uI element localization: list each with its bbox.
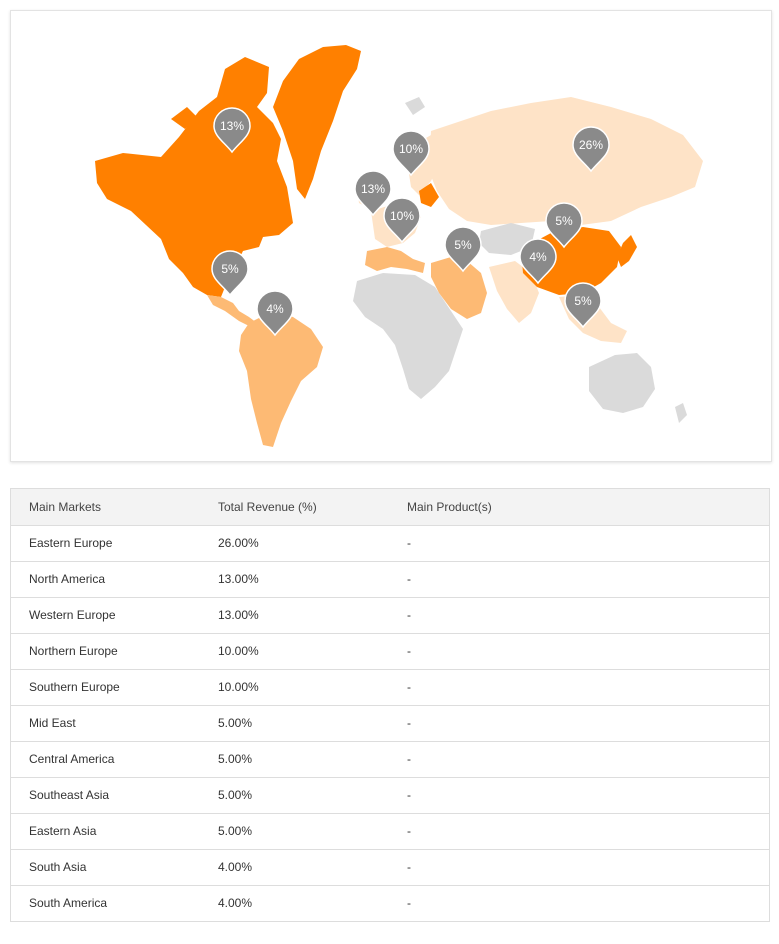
table-row: Mid East 5.00% -: [11, 705, 769, 741]
market-cell: North America: [29, 572, 106, 586]
pin-label: 26%: [579, 138, 603, 152]
table-row: North America 13.00% -: [11, 561, 769, 597]
product-cell: -: [407, 752, 411, 766]
market-cell: Central America: [29, 752, 115, 766]
market-cell: Western Europe: [29, 608, 116, 622]
market-cell: Mid East: [29, 716, 76, 730]
region-australia: [589, 353, 655, 413]
table-row: South Asia 4.00% -: [11, 849, 769, 885]
header-total-revenue: Total Revenue (%): [218, 499, 317, 514]
pin-label: 13%: [361, 182, 385, 196]
pin-label: 5%: [221, 262, 239, 276]
revenue-cell: 5.00%: [218, 716, 253, 730]
table-row: Central America 5.00% -: [11, 741, 769, 777]
product-cell: -: [407, 680, 411, 694]
pin-label: 4%: [266, 302, 284, 316]
revenue-cell: 26.00%: [218, 536, 259, 550]
table-row: Northern Europe 10.00% -: [11, 633, 769, 669]
region-new-zealand: [675, 403, 687, 423]
market-cell: Eastern Asia: [29, 824, 97, 838]
pin-label: 10%: [390, 209, 414, 223]
pin-label: 5%: [555, 214, 573, 228]
region-central-america: [207, 295, 257, 327]
table-row: South America 4.00% -: [11, 885, 769, 921]
market-cell: Northern Europe: [29, 644, 118, 658]
markets-table: Main Markets Total Revenue (%) Main Prod…: [10, 488, 770, 922]
revenue-cell: 4.00%: [218, 860, 253, 874]
world-map-card: 13% 5% 4% 13% 10% 10% 26% 5% 5% 4% 5%: [10, 10, 772, 462]
revenue-cell: 10.00%: [218, 680, 259, 694]
product-cell: -: [407, 536, 411, 550]
product-cell: -: [407, 860, 411, 874]
table-row: Southeast Asia 5.00% -: [11, 777, 769, 813]
table-row: Western Europe 13.00% -: [11, 597, 769, 633]
product-cell: -: [407, 788, 411, 802]
market-cell: Eastern Europe: [29, 536, 113, 550]
revenue-cell: 10.00%: [218, 644, 259, 658]
region-south-america: [239, 311, 323, 447]
revenue-cell: 5.00%: [218, 752, 253, 766]
header-main-markets: Main Markets: [29, 499, 102, 514]
pin-label: 13%: [220, 119, 244, 133]
product-cell: -: [407, 896, 411, 911]
pin-label: 5%: [574, 294, 592, 308]
pin-label: 5%: [454, 238, 472, 252]
product-cell: -: [407, 608, 411, 622]
world-map: 13% 5% 4% 13% 10% 10% 26% 5% 5% 4% 5%: [95, 45, 703, 447]
market-cell: Southeast Asia: [29, 788, 110, 802]
revenue-cell: 13.00%: [218, 572, 259, 586]
region-north-america: [95, 57, 293, 297]
pin-label: 10%: [399, 142, 423, 156]
product-cell: -: [407, 644, 411, 658]
revenue-cell: 5.00%: [218, 788, 253, 802]
region-southern-europe: [365, 247, 425, 273]
header-main-products: Main Product(s): [407, 499, 492, 514]
market-cell: Southern Europe: [29, 680, 120, 694]
product-cell: -: [407, 824, 411, 838]
revenue-cell: 13.00%: [218, 608, 259, 622]
product-cell: -: [407, 572, 411, 586]
market-cell: South America: [29, 896, 108, 911]
revenue-cell: 4.00%: [218, 896, 253, 911]
product-cell: -: [407, 716, 411, 730]
market-cell: South Asia: [29, 860, 87, 874]
region-iceland: [405, 97, 425, 115]
pin-label: 4%: [529, 250, 547, 264]
table-row: Eastern Europe 26.00% -: [11, 525, 769, 561]
table-row: Eastern Asia 5.00% -: [11, 813, 769, 849]
table-row: Southern Europe 10.00% -: [11, 669, 769, 705]
region-greenland: [273, 45, 361, 199]
revenue-cell: 5.00%: [218, 824, 253, 838]
table-header-row: Main Markets Total Revenue (%) Main Prod…: [11, 489, 769, 525]
region-japan: [617, 235, 637, 267]
